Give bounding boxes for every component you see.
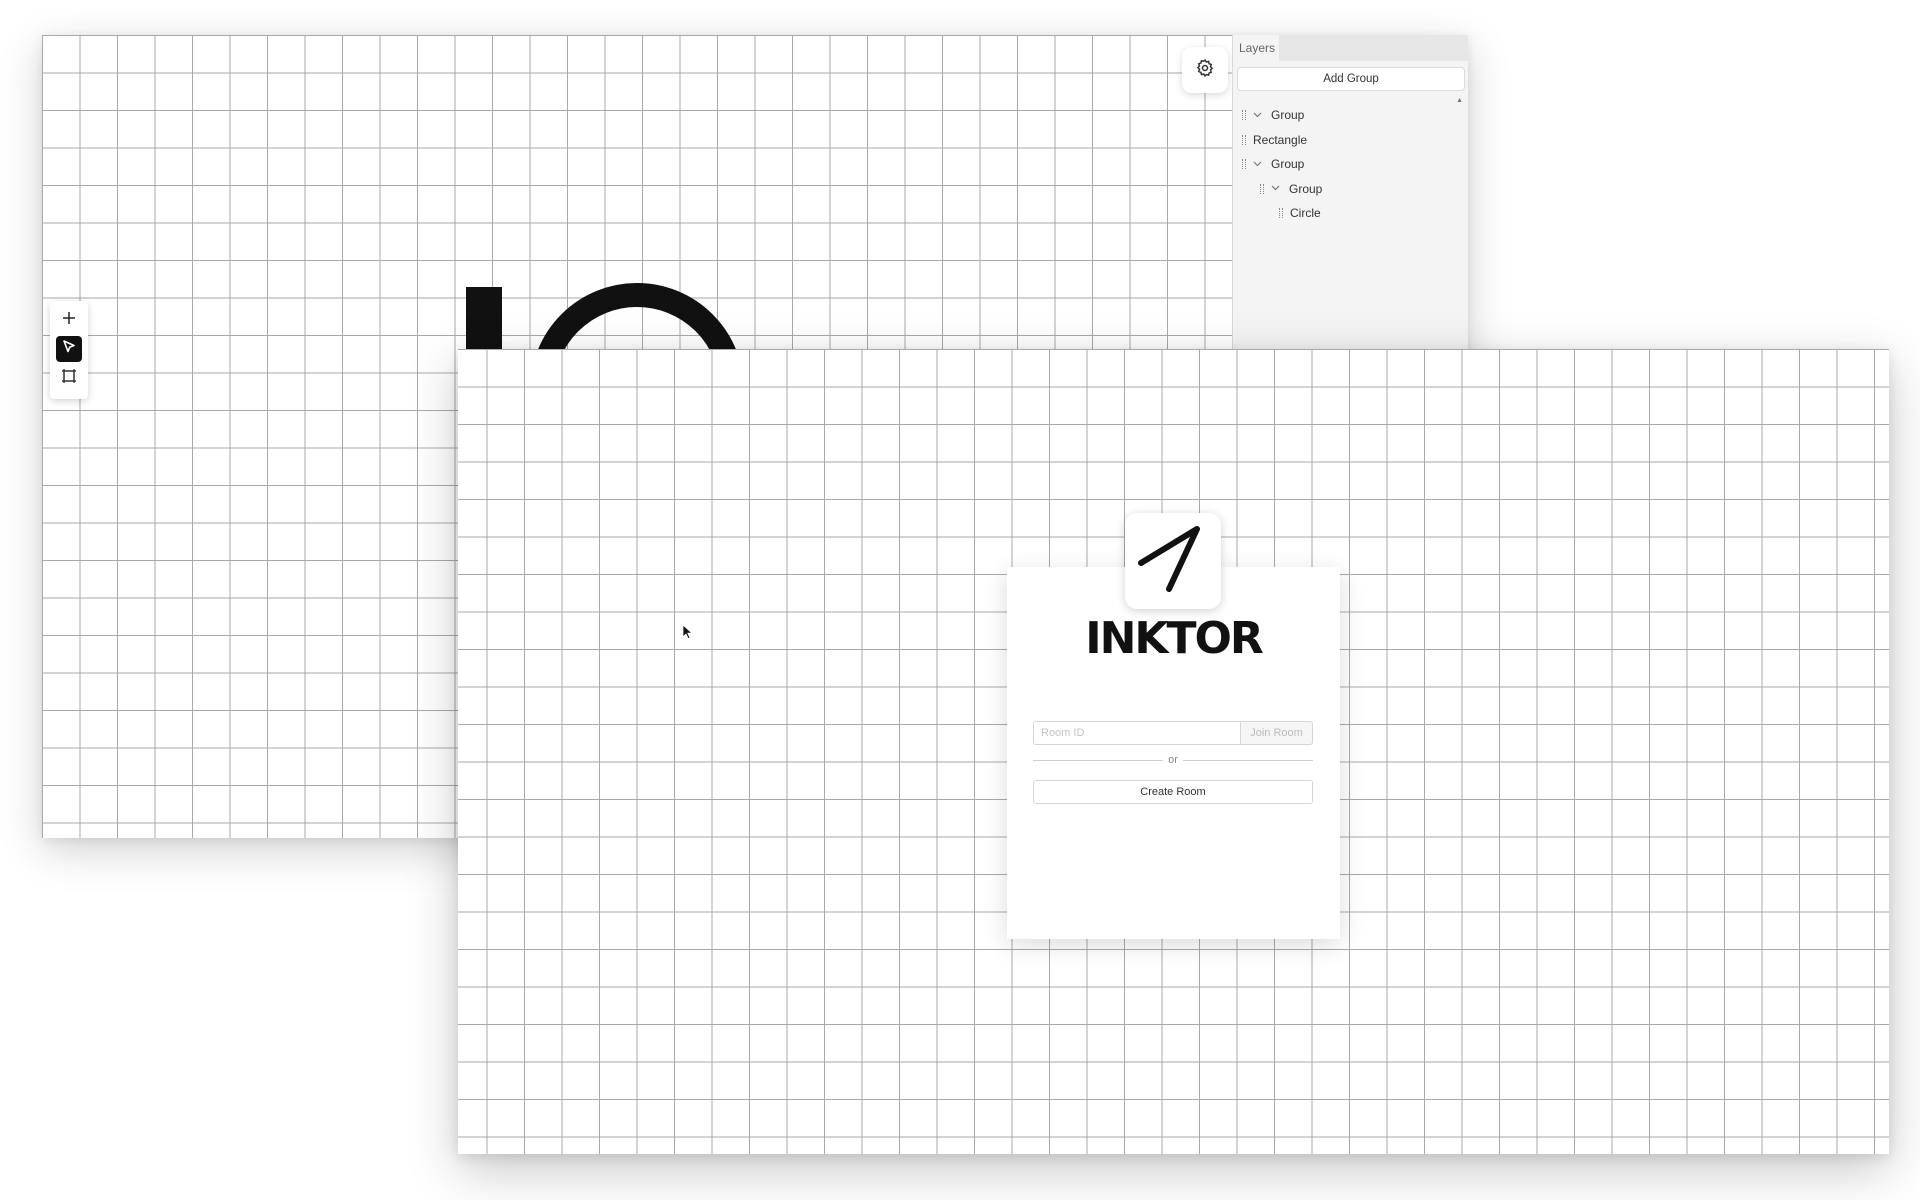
layer-item-group[interactable]: Group [1233, 152, 1468, 177]
layer-item-circle[interactable]: Circle [1233, 201, 1468, 226]
chevron-down-icon[interactable] [1271, 183, 1283, 194]
frame-tool-button[interactable] [56, 365, 82, 391]
layer-label: Rectangle [1253, 132, 1308, 147]
tab-layers[interactable]: Layers [1233, 35, 1279, 61]
add-tool-button[interactable] [56, 307, 82, 333]
layers-tab-bar: Layers [1233, 35, 1468, 61]
gear-icon [1195, 58, 1215, 83]
mouse-pointer-icon [682, 624, 694, 640]
room-id-input[interactable] [1033, 721, 1240, 745]
select-tool-button[interactable] [56, 336, 82, 362]
cursor-arrow-icon [61, 339, 77, 360]
layer-list: Group Rectangle Group Group Circle [1233, 103, 1468, 226]
plus-icon [62, 311, 76, 330]
app-title: INKTOR [1085, 613, 1264, 664]
create-room-button[interactable]: Create Room [1033, 780, 1313, 804]
drag-handle-icon[interactable] [1242, 159, 1246, 170]
layer-item-group[interactable]: Group [1233, 103, 1468, 128]
join-room-button[interactable]: Join Room [1240, 721, 1313, 745]
chevron-down-icon[interactable] [1253, 110, 1265, 121]
drag-handle-icon[interactable] [1260, 183, 1264, 194]
app-logo [1125, 513, 1221, 609]
chevron-down-icon[interactable] [1253, 159, 1265, 170]
drag-handle-icon[interactable] [1242, 110, 1246, 121]
layer-item-rectangle[interactable]: Rectangle [1233, 128, 1468, 153]
add-group-button[interactable]: Add Group [1237, 67, 1465, 91]
layer-item-group-nested[interactable]: Group [1233, 177, 1468, 202]
or-divider: or [1033, 753, 1313, 767]
drag-handle-icon[interactable] [1242, 134, 1246, 145]
tool-palette [50, 301, 88, 399]
layer-label: Group [1271, 108, 1305, 123]
layer-label: Group [1271, 157, 1305, 172]
settings-button[interactable] [1182, 47, 1228, 93]
pen-stroke-logo-icon [1133, 519, 1213, 604]
layer-label: Circle [1290, 206, 1321, 221]
divider-line [1183, 760, 1313, 761]
frame-square-icon [61, 368, 77, 389]
layer-label: Group [1289, 181, 1323, 196]
drag-handle-icon[interactable] [1279, 208, 1283, 219]
front-app-window: INKTOR Join Room or Create Room [458, 349, 1889, 1154]
